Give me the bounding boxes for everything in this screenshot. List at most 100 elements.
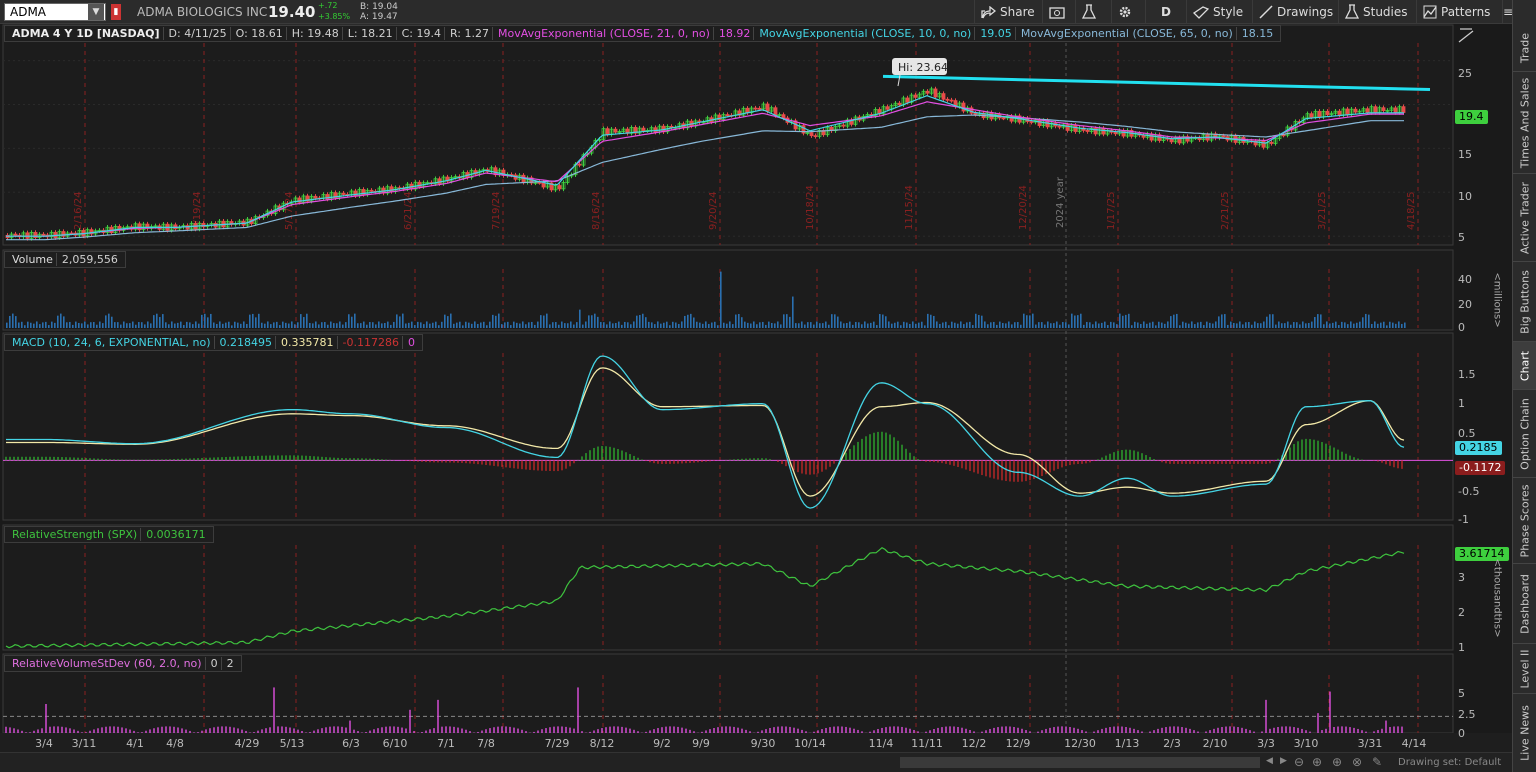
volume-bar	[867, 323, 869, 328]
tab-option-chain[interactable]: Option Chain	[1513, 390, 1536, 478]
volume-bar	[1068, 324, 1070, 328]
volume-bar	[1119, 313, 1121, 328]
candle-body	[1261, 140, 1266, 148]
time-axis-label: 4/8	[166, 737, 184, 750]
rvs-header: RelativeVolumeStDev (60, 2.0, no) 0 2	[4, 655, 242, 672]
volume-bar	[900, 325, 902, 328]
volume-bar	[90, 322, 92, 328]
volume-bar	[1308, 323, 1310, 328]
volume-bar	[1002, 322, 1004, 328]
volume-bar	[678, 323, 680, 328]
volume-bar	[36, 321, 38, 328]
scroll-left-arrow-icon[interactable]: ◀	[1266, 756, 1273, 766]
volume-bar	[426, 321, 428, 328]
zoom-out-icon[interactable]: ⊖	[1294, 755, 1304, 769]
volume-bar	[87, 324, 89, 328]
volume-bar	[669, 325, 671, 328]
volume-bar	[381, 323, 383, 328]
price-axis-label: 10	[1458, 190, 1472, 203]
price-study-header: ADMA 4 Y 1D [NASDAQ] D: 4/11/25 O: 18.61 H:…	[4, 25, 1282, 42]
tab-level-ii[interactable]: Level II	[1513, 644, 1536, 694]
candle-body	[1029, 121, 1034, 123]
high-bubble-label: Hi: 23.64	[898, 61, 948, 74]
tab-dashboard[interactable]: Dashboard	[1513, 564, 1536, 644]
volume-bar	[834, 314, 836, 328]
volume-bar	[846, 322, 848, 328]
tab-chart[interactable]: Chart	[1513, 342, 1536, 390]
event-line-label: 3/21/25	[1317, 191, 1328, 230]
candle-body	[725, 114, 730, 117]
volume-bar	[240, 323, 242, 328]
volume-bar	[882, 314, 884, 328]
candle-body	[925, 90, 930, 94]
candle-body	[557, 185, 562, 190]
volume-bar	[1047, 321, 1049, 328]
volume-bar	[618, 321, 620, 328]
event-line-label: 2/16/24	[73, 191, 84, 230]
volume-bar	[138, 322, 140, 328]
volume-bar	[1197, 322, 1199, 328]
volume-bar	[798, 323, 800, 328]
tab-active-trader[interactable]: Active Trader	[1513, 174, 1536, 262]
volume-bar	[102, 323, 104, 328]
volume-bar	[723, 322, 725, 328]
macd-header: MACD (10, 24, 6, EXPONENTIAL, no) 0.21849…	[4, 334, 423, 351]
time-axis-label: 3/11	[72, 737, 97, 750]
volume-bar	[384, 322, 386, 328]
volume-bar	[543, 315, 545, 328]
tab-big-buttons[interactable]: Big Buttons	[1513, 262, 1536, 342]
drawing-pencil-icon[interactable]: ✎	[1372, 755, 1382, 769]
scroll-right-arrow-icon[interactable]: ▶	[1280, 756, 1287, 766]
rs-title[interactable]: RelativeStrength (SPX)	[9, 528, 140, 541]
tab-live-news[interactable]: Live News	[1513, 694, 1536, 772]
tab-times-and-sales[interactable]: Times And Sales	[1513, 72, 1536, 174]
chart-canvas[interactable]: 2/16/24 4/19/24 5/17/24 6/21/24 7/19/24 8/16/…	[0, 0, 1512, 752]
time-axis-label: 7/1	[437, 737, 455, 750]
volume-bar	[777, 321, 779, 328]
macd-title[interactable]: MACD (10, 24, 6, EXPONENTIAL, no)	[9, 336, 214, 349]
rvs-title[interactable]: RelativeVolumeStDev (60, 2.0, no)	[9, 657, 205, 670]
tab-trade[interactable]: Trade	[1513, 24, 1536, 72]
volume-bar	[660, 323, 662, 328]
volume-bar	[705, 321, 707, 328]
volume-bar	[69, 321, 71, 328]
volume-bar	[129, 323, 131, 328]
macd-axis-label: 1	[1458, 397, 1465, 410]
volume-bar	[312, 323, 314, 328]
volume-bar	[771, 322, 773, 328]
volume-bar	[1227, 324, 1229, 328]
candle-body	[1221, 135, 1226, 138]
volume-bar	[885, 316, 887, 328]
volume-bar	[294, 324, 296, 328]
volume-bar	[1107, 325, 1109, 328]
ema21-label[interactable]: MovAvgExponential (CLOSE, 21, 0, no)	[491, 27, 713, 40]
rvs-axis-label: 0	[1458, 727, 1465, 740]
volume-bar	[396, 314, 398, 328]
drawing-set-status[interactable]: Drawing set: Default	[1398, 757, 1501, 768]
ema10-label[interactable]: MovAvgExponential (CLOSE, 10, 0, no)	[753, 27, 975, 40]
zoom-fit-icon[interactable]: ⊕	[1332, 755, 1342, 769]
volume-bar	[45, 321, 47, 328]
volume-bar	[522, 321, 524, 328]
volume-bar	[1098, 323, 1100, 328]
volume-bar	[387, 321, 389, 328]
scroll-thumb[interactable]	[900, 757, 1260, 768]
price-axis-label: 15	[1458, 148, 1472, 161]
volume-title[interactable]: Volume	[9, 253, 56, 266]
volume-bar	[1344, 322, 1346, 328]
drawing-tool-icon[interactable]	[1458, 27, 1474, 43]
volume-bar	[1338, 325, 1340, 328]
ema65-label[interactable]: MovAvgExponential (CLOSE, 65, 0, no)	[1014, 27, 1236, 40]
zoom-in-icon[interactable]: ⊕	[1312, 755, 1322, 769]
volume-bar	[354, 313, 356, 328]
zoom-reset-icon[interactable]: ⊗	[1352, 755, 1362, 769]
candle-body	[1381, 107, 1386, 111]
volume-bar	[789, 316, 791, 328]
volume-bar	[744, 321, 746, 328]
volume-bar	[405, 323, 407, 328]
volume-bar	[183, 325, 185, 328]
volume-bar	[1023, 313, 1025, 328]
time-scrollbar[interactable]: ◀ ▶ ⊖ ⊕ ⊕ ⊗ ✎ Drawing set: Default	[0, 752, 1512, 772]
tab-phase-scores[interactable]: Phase Scores	[1513, 478, 1536, 564]
candle-body	[757, 107, 762, 110]
